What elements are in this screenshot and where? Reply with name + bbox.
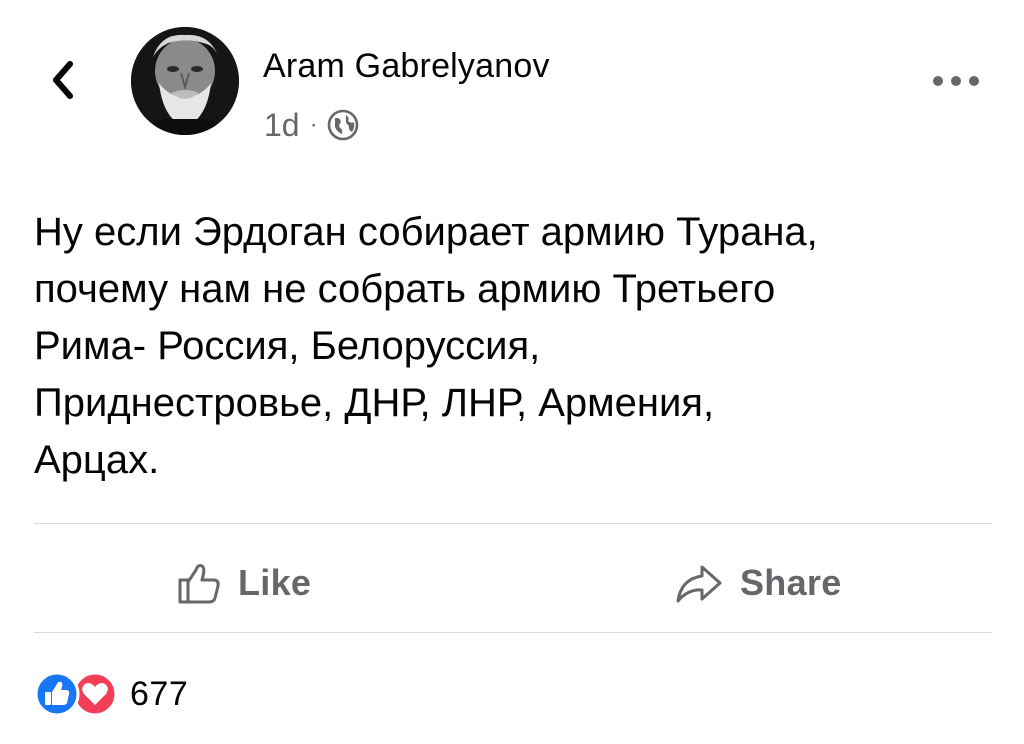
share-label: Share — [740, 562, 842, 603]
divider — [34, 632, 992, 633]
meta-separator: · — [309, 111, 318, 138]
reactions-summary[interactable]: 677 — [34, 670, 188, 718]
more-options-button[interactable] — [924, 66, 988, 96]
like-reaction-icon — [34, 671, 80, 717]
more-horizontal-icon — [933, 76, 979, 86]
reaction-count: 677 — [130, 674, 189, 713]
back-button[interactable] — [40, 58, 84, 102]
avatar-portrait-image — [131, 27, 239, 135]
like-button[interactable]: Like — [176, 556, 311, 610]
post-meta: 1d · — [264, 105, 360, 145]
post-body-text: Ну если Эрдоган собирает армию Турана, п… — [34, 210, 818, 482]
divider — [34, 523, 992, 524]
reaction-icons — [34, 671, 120, 717]
post-timestamp[interactable]: 1d — [264, 107, 300, 144]
share-button[interactable]: Share — [674, 556, 842, 610]
author-name[interactable]: Aram Gabrelyanov — [263, 46, 550, 86]
globe-icon[interactable] — [326, 108, 360, 142]
share-arrow-icon — [676, 565, 722, 603]
like-label: Like — [238, 562, 312, 603]
avatar[interactable] — [131, 27, 239, 135]
chevron-left-icon — [53, 61, 73, 99]
thumbs-up-outline-icon — [178, 564, 220, 604]
